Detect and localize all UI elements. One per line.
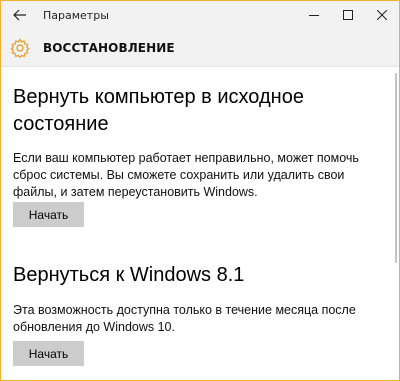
- section-rollback-description: Эта возможность доступна только в течени…: [13, 303, 356, 334]
- page-title: ВОССТАНОВЛЕНИЕ: [43, 40, 175, 55]
- reset-start-button[interactable]: Начать: [13, 202, 84, 227]
- close-button[interactable]: [365, 1, 399, 29]
- rollback-start-button[interactable]: Начать: [13, 341, 84, 366]
- content-area: Вернуть компьютер в исходное состояние Е…: [1, 68, 391, 380]
- minimize-icon: [309, 15, 319, 16]
- window-title: Параметры: [43, 8, 109, 22]
- scrollbar[interactable]: [395, 73, 397, 263]
- page-icon: [1, 29, 39, 67]
- minimize-button[interactable]: [297, 1, 331, 29]
- settings-window: Параметры ВОССТАНОВЛЕНИЕ Вернуть компьют…: [0, 0, 400, 381]
- maximize-button[interactable]: [331, 1, 365, 29]
- back-button[interactable]: [1, 1, 39, 29]
- caption-buttons: [297, 1, 399, 29]
- maximize-icon: [343, 10, 353, 20]
- back-arrow-icon: [13, 9, 26, 21]
- section-reset-description: Если ваш компьютер работает неправильно,…: [13, 151, 359, 199]
- section-reset-title: Вернуть компьютер в исходное состояние: [13, 86, 304, 135]
- section-rollback-title: Вернуться к Windows 8.1: [13, 264, 245, 286]
- gear-icon: [10, 37, 30, 58]
- page-header: ВОССТАНОВЛЕНИЕ: [1, 29, 399, 67]
- title-bar: Параметры: [1, 1, 399, 29]
- close-icon: [377, 10, 387, 20]
